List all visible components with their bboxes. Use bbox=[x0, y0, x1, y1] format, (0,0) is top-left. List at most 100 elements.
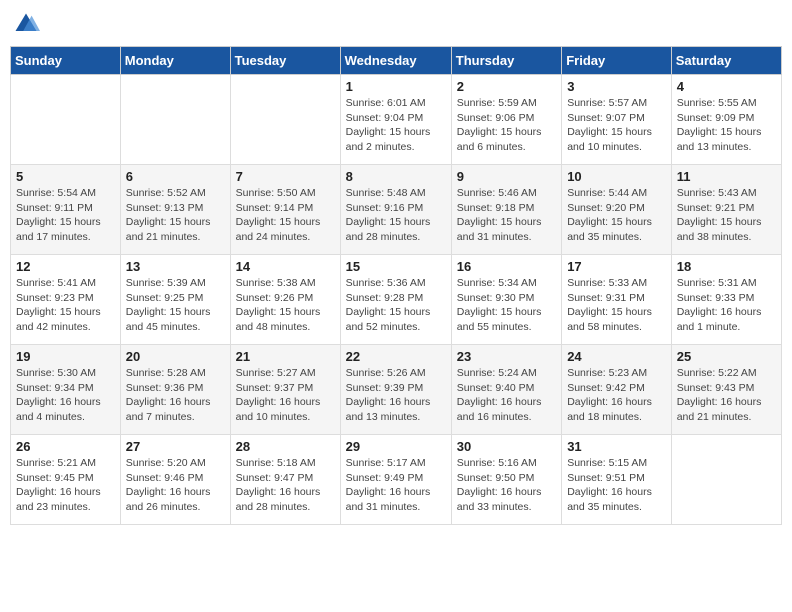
day-info: Sunrise: 5:41 AM Sunset: 9:23 PM Dayligh… bbox=[16, 276, 115, 335]
calendar-cell: 10 Sunrise: 5:44 AM Sunset: 9:20 PM Dayli… bbox=[562, 165, 672, 255]
calendar-cell: 28 Sunrise: 5:18 AM Sunset: 9:47 PM Dayli… bbox=[230, 435, 340, 525]
day-info: Sunrise: 5:15 AM Sunset: 9:51 PM Dayligh… bbox=[567, 456, 666, 515]
calendar-cell: 17Sunrise: 5:33 AM Sunset: 9:31 PM Dayli… bbox=[562, 255, 672, 345]
day-number: 19 bbox=[16, 349, 115, 364]
logo bbox=[10, 10, 40, 38]
day-info: Sunrise: 5:33 AM Sunset: 9:31 PM Dayligh… bbox=[567, 276, 666, 335]
day-number: 1 bbox=[346, 79, 446, 94]
day-info: Sunrise: 5:38 AM Sunset: 9:26 PM Dayligh… bbox=[236, 276, 335, 335]
day-number: 31 bbox=[567, 439, 666, 454]
calendar-cell: 15 Sunrise: 5:36 AM Sunset: 9:28 PM Dayli… bbox=[340, 255, 451, 345]
week-row-2: 5 Sunrise: 5:54 AM Sunset: 9:11 PM Daylig… bbox=[11, 165, 782, 255]
day-number: 5 bbox=[16, 169, 115, 184]
day-info: Sunrise: 5:22 AM Sunset: 9:43 PM Dayligh… bbox=[677, 366, 776, 425]
day-info: Sunrise: 5:46 AM Sunset: 9:18 PM Dayligh… bbox=[457, 186, 556, 245]
header bbox=[10, 10, 782, 38]
calendar-cell: 27 Sunrise: 5:20 AM Sunset: 9:46 PM Dayli… bbox=[120, 435, 230, 525]
day-info: Sunrise: 5:34 AM Sunset: 9:30 PM Dayligh… bbox=[457, 276, 556, 335]
day-number: 7 bbox=[236, 169, 335, 184]
calendar-cell: 8 Sunrise: 5:48 AM Sunset: 9:16 PM Daylig… bbox=[340, 165, 451, 255]
calendar-cell: 16 Sunrise: 5:34 AM Sunset: 9:30 PM Dayli… bbox=[451, 255, 561, 345]
day-number: 14 bbox=[236, 259, 335, 274]
calendar-cell: 21Sunrise: 5:27 AM Sunset: 9:37 PM Dayli… bbox=[230, 345, 340, 435]
day-info: Sunrise: 5:44 AM Sunset: 9:20 PM Dayligh… bbox=[567, 186, 666, 245]
day-number: 15 bbox=[346, 259, 446, 274]
header-friday: Friday bbox=[562, 47, 672, 75]
day-info: Sunrise: 5:31 AM Sunset: 9:33 PM Dayligh… bbox=[677, 276, 776, 335]
calendar-cell bbox=[230, 75, 340, 165]
calendar-cell: 3Sunrise: 5:57 AM Sunset: 9:07 PM Daylig… bbox=[562, 75, 672, 165]
day-number: 27 bbox=[126, 439, 225, 454]
day-info: Sunrise: 5:50 AM Sunset: 9:14 PM Dayligh… bbox=[236, 186, 335, 245]
day-number: 11 bbox=[677, 169, 776, 184]
day-number: 22 bbox=[346, 349, 446, 364]
header-wednesday: Wednesday bbox=[340, 47, 451, 75]
day-number: 10 bbox=[567, 169, 666, 184]
calendar-cell: 14 Sunrise: 5:38 AM Sunset: 9:26 PM Dayli… bbox=[230, 255, 340, 345]
day-info: Sunrise: 5:54 AM Sunset: 9:11 PM Dayligh… bbox=[16, 186, 115, 245]
day-number: 16 bbox=[457, 259, 556, 274]
week-row-3: 12 Sunrise: 5:41 AM Sunset: 9:23 PM Dayli… bbox=[11, 255, 782, 345]
calendar-cell: 12 Sunrise: 5:41 AM Sunset: 9:23 PM Dayli… bbox=[11, 255, 121, 345]
calendar-cell: 18Sunrise: 5:31 AM Sunset: 9:33 PM Dayli… bbox=[671, 255, 781, 345]
calendar-cell: 2 Sunrise: 5:59 AM Sunset: 9:06 PM Daylig… bbox=[451, 75, 561, 165]
header-thursday: Thursday bbox=[451, 47, 561, 75]
week-row-5: 26Sunrise: 5:21 AM Sunset: 9:45 PM Dayli… bbox=[11, 435, 782, 525]
calendar-cell: 23 Sunrise: 5:24 AM Sunset: 9:40 PM Dayli… bbox=[451, 345, 561, 435]
day-number: 29 bbox=[346, 439, 446, 454]
day-info: Sunrise: 5:18 AM Sunset: 9:47 PM Dayligh… bbox=[236, 456, 335, 515]
header-saturday: Saturday bbox=[671, 47, 781, 75]
day-number: 9 bbox=[457, 169, 556, 184]
calendar-cell: 20 Sunrise: 5:28 AM Sunset: 9:36 PM Dayli… bbox=[120, 345, 230, 435]
calendar-cell bbox=[120, 75, 230, 165]
header-tuesday: Tuesday bbox=[230, 47, 340, 75]
day-number: 24 bbox=[567, 349, 666, 364]
day-number: 28 bbox=[236, 439, 335, 454]
calendar-cell: 19Sunrise: 5:30 AM Sunset: 9:34 PM Dayli… bbox=[11, 345, 121, 435]
day-info: Sunrise: 5:39 AM Sunset: 9:25 PM Dayligh… bbox=[126, 276, 225, 335]
day-info: Sunrise: 5:26 AM Sunset: 9:39 PM Dayligh… bbox=[346, 366, 446, 425]
calendar-cell: 9 Sunrise: 5:46 AM Sunset: 9:18 PM Daylig… bbox=[451, 165, 561, 255]
day-number: 4 bbox=[677, 79, 776, 94]
calendar-cell bbox=[671, 435, 781, 525]
day-info: Sunrise: 5:16 AM Sunset: 9:50 PM Dayligh… bbox=[457, 456, 556, 515]
day-info: Sunrise: 5:43 AM Sunset: 9:21 PM Dayligh… bbox=[677, 186, 776, 245]
calendar-cell: 24Sunrise: 5:23 AM Sunset: 9:42 PM Dayli… bbox=[562, 345, 672, 435]
day-number: 12 bbox=[16, 259, 115, 274]
day-number: 6 bbox=[126, 169, 225, 184]
calendar-cell: 31 Sunrise: 5:15 AM Sunset: 9:51 PM Dayli… bbox=[562, 435, 672, 525]
day-info: Sunrise: 5:24 AM Sunset: 9:40 PM Dayligh… bbox=[457, 366, 556, 425]
week-row-4: 19Sunrise: 5:30 AM Sunset: 9:34 PM Dayli… bbox=[11, 345, 782, 435]
day-info: Sunrise: 5:36 AM Sunset: 9:28 PM Dayligh… bbox=[346, 276, 446, 335]
day-info: Sunrise: 5:59 AM Sunset: 9:06 PM Dayligh… bbox=[457, 96, 556, 155]
calendar-cell bbox=[11, 75, 121, 165]
day-number: 8 bbox=[346, 169, 446, 184]
day-info: Sunrise: 6:01 AM Sunset: 9:04 PM Dayligh… bbox=[346, 96, 446, 155]
calendar-cell: 5 Sunrise: 5:54 AM Sunset: 9:11 PM Daylig… bbox=[11, 165, 121, 255]
day-info: Sunrise: 5:28 AM Sunset: 9:36 PM Dayligh… bbox=[126, 366, 225, 425]
calendar-cell: 29Sunrise: 5:17 AM Sunset: 9:49 PM Dayli… bbox=[340, 435, 451, 525]
day-number: 20 bbox=[126, 349, 225, 364]
week-row-1: 1 Sunrise: 6:01 AM Sunset: 9:04 PM Daylig… bbox=[11, 75, 782, 165]
calendar-cell: 1 Sunrise: 6:01 AM Sunset: 9:04 PM Daylig… bbox=[340, 75, 451, 165]
calendar-cell: 4 Sunrise: 5:55 AM Sunset: 9:09 PM Daylig… bbox=[671, 75, 781, 165]
header-sunday: Sunday bbox=[11, 47, 121, 75]
calendar-cell: 30 Sunrise: 5:16 AM Sunset: 9:50 PM Dayli… bbox=[451, 435, 561, 525]
calendar-cell: 26Sunrise: 5:21 AM Sunset: 9:45 PM Dayli… bbox=[11, 435, 121, 525]
calendar-cell: 25 Sunrise: 5:22 AM Sunset: 9:43 PM Dayli… bbox=[671, 345, 781, 435]
day-info: Sunrise: 5:52 AM Sunset: 9:13 PM Dayligh… bbox=[126, 186, 225, 245]
day-info: Sunrise: 5:48 AM Sunset: 9:16 PM Dayligh… bbox=[346, 186, 446, 245]
day-info: Sunrise: 5:20 AM Sunset: 9:46 PM Dayligh… bbox=[126, 456, 225, 515]
day-number: 23 bbox=[457, 349, 556, 364]
day-number: 30 bbox=[457, 439, 556, 454]
day-info: Sunrise: 5:27 AM Sunset: 9:37 PM Dayligh… bbox=[236, 366, 335, 425]
header-monday: Monday bbox=[120, 47, 230, 75]
day-info: Sunrise: 5:55 AM Sunset: 9:09 PM Dayligh… bbox=[677, 96, 776, 155]
calendar-cell: 7 Sunrise: 5:50 AM Sunset: 9:14 PM Daylig… bbox=[230, 165, 340, 255]
day-number: 2 bbox=[457, 79, 556, 94]
calendar-cell: 6 Sunrise: 5:52 AM Sunset: 9:13 PM Daylig… bbox=[120, 165, 230, 255]
day-number: 3 bbox=[567, 79, 666, 94]
calendar-cell: 13 Sunrise: 5:39 AM Sunset: 9:25 PM Dayli… bbox=[120, 255, 230, 345]
day-number: 25 bbox=[677, 349, 776, 364]
day-number: 13 bbox=[126, 259, 225, 274]
